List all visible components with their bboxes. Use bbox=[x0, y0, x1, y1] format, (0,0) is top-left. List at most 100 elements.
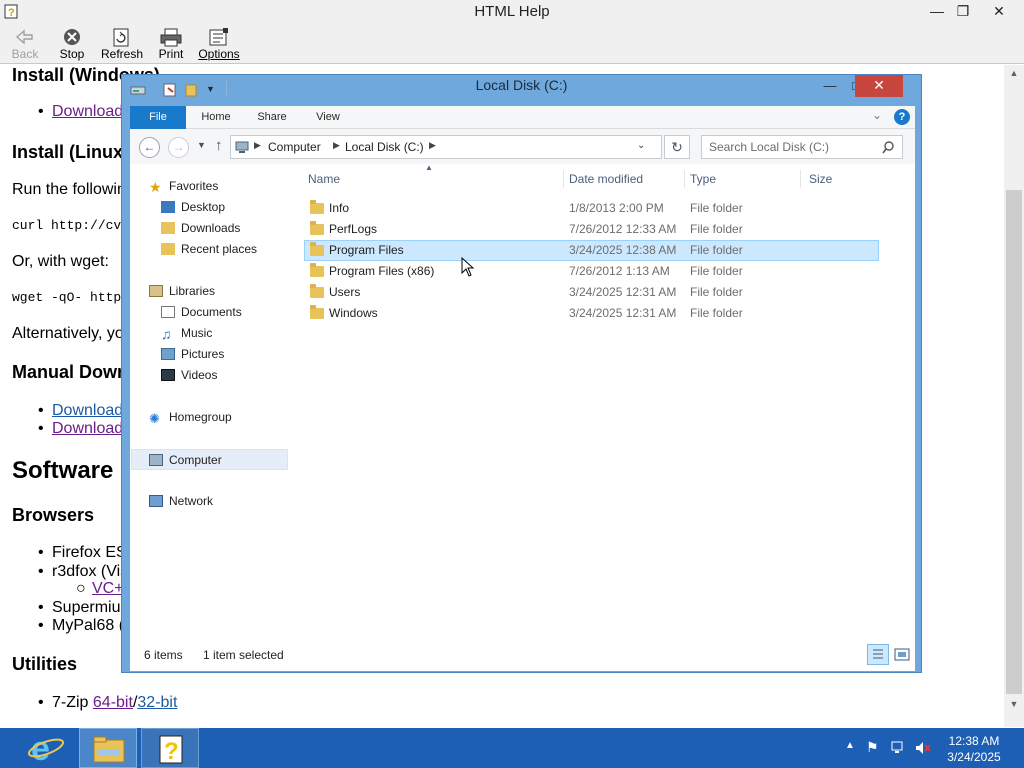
action-center-flag-icon[interactable]: ⚑ bbox=[866, 739, 879, 756]
breadcrumb-local-disk[interactable]: Local Disk (C:) bbox=[345, 140, 424, 154]
help-icon[interactable]: ? bbox=[894, 109, 910, 125]
table-row[interactable]: Users 3/24/2025 12:31 AM File folder bbox=[304, 282, 879, 303]
stop-button[interactable]: Stop bbox=[46, 26, 98, 62]
file-name: Users bbox=[329, 285, 361, 299]
tab-view[interactable]: View bbox=[302, 106, 354, 129]
column-separator[interactable] bbox=[800, 170, 801, 188]
print-button[interactable]: Print bbox=[145, 26, 197, 62]
breadcrumb-computer[interactable]: Computer bbox=[268, 140, 321, 154]
nav-item-videos[interactable]: Videos bbox=[161, 365, 217, 386]
download-link[interactable]: Download bbox=[52, 103, 123, 120]
nav-label: Downloads bbox=[181, 221, 241, 235]
zip-32-link[interactable]: 32-bit bbox=[137, 694, 177, 711]
details-view-icon[interactable] bbox=[867, 644, 889, 665]
search-box[interactable]: Search Local Disk (C:) bbox=[701, 135, 903, 159]
file-type: File folder bbox=[690, 306, 743, 320]
breadcrumb-separator-icon: ▶ bbox=[429, 140, 436, 150]
heading-browsers: Browsers bbox=[12, 505, 95, 525]
zip-64-link[interactable]: 64-bit bbox=[93, 694, 133, 711]
heading-install-linux: Install (Linux bbox=[12, 142, 124, 162]
search-input[interactable]: Search Local Disk (C:) bbox=[709, 140, 829, 154]
column-header-date[interactable]: Date modified bbox=[569, 168, 684, 190]
recent-locations-chevron-icon[interactable]: ▼ bbox=[197, 140, 206, 150]
address-dropdown-icon[interactable]: ⌄ bbox=[637, 140, 645, 151]
downloads-icon bbox=[161, 222, 175, 234]
file-list: ▲ Name Date modified Type Size Info 1/8/… bbox=[298, 163, 915, 636]
refresh-icon bbox=[113, 28, 129, 47]
restore-button[interactable]: ❐ bbox=[946, 0, 980, 22]
close-button[interactable]: ✕ bbox=[982, 0, 1016, 22]
heading-utilities: Utilities bbox=[12, 654, 78, 674]
code-wget: wget -qO- http bbox=[12, 290, 122, 305]
address-bar[interactable]: ▶ Computer ▶ Local Disk (C:) ▶ ⌄ bbox=[230, 135, 662, 159]
column-separator[interactable] bbox=[684, 170, 685, 188]
file-date: 1/8/2013 2:00 PM bbox=[569, 201, 664, 215]
nav-item-favorites[interactable]: ★ Favorites bbox=[149, 176, 218, 197]
clock[interactable]: 12:38 AM 3/24/2025 bbox=[940, 733, 1008, 765]
up-arrow-icon[interactable]: ↑ bbox=[215, 137, 223, 154]
back-arrow-icon[interactable]: ← bbox=[139, 137, 160, 158]
table-row[interactable]: PerfLogs 7/26/2012 12:33 AM File folder bbox=[304, 219, 879, 240]
scroll-down-arrow-icon[interactable]: ▼ bbox=[1004, 696, 1024, 712]
tray-overflow-chevron-icon[interactable]: ▲ bbox=[845, 740, 855, 751]
videos-icon bbox=[161, 369, 175, 381]
nav-item-music[interactable]: ♫ Music bbox=[161, 323, 212, 344]
back-button[interactable]: Back bbox=[0, 26, 51, 62]
nav-item-desktop[interactable]: Desktop bbox=[161, 197, 225, 218]
list-item: Firefox ES bbox=[38, 544, 127, 562]
download-link[interactable]: Download bbox=[52, 420, 123, 437]
internet-explorer-icon[interactable]: e bbox=[16, 728, 74, 768]
tab-share[interactable]: Share bbox=[246, 106, 298, 129]
file-explorer-icon bbox=[93, 736, 125, 763]
list-item: Download bbox=[38, 402, 123, 420]
explorer-title: Local Disk (C:) bbox=[475, 77, 568, 93]
explorer-close-button[interactable]: ✕ bbox=[855, 75, 903, 97]
nav-item-documents[interactable]: Documents bbox=[161, 302, 242, 323]
tab-home[interactable]: Home bbox=[190, 106, 242, 129]
download-link[interactable]: Download bbox=[52, 402, 123, 419]
svg-text:e: e bbox=[31, 730, 50, 768]
nav-item-recent-places[interactable]: Recent places bbox=[161, 239, 257, 260]
column-separator[interactable] bbox=[563, 170, 564, 188]
nav-item-homegroup[interactable]: ✺ Homegroup bbox=[149, 407, 232, 428]
table-row[interactable]: Program Files (x86) 7/26/2012 1:13 AM Fi… bbox=[304, 261, 879, 282]
scroll-up-arrow-icon[interactable]: ▲ bbox=[1004, 65, 1024, 81]
column-header-name[interactable]: Name bbox=[308, 168, 563, 190]
file-name: PerfLogs bbox=[329, 222, 378, 236]
nav-label: Videos bbox=[181, 368, 218, 382]
large-icons-view-icon[interactable] bbox=[892, 644, 912, 665]
file-type: File folder bbox=[690, 264, 743, 278]
tab-file[interactable]: File bbox=[130, 106, 186, 129]
column-header-type[interactable]: Type bbox=[690, 168, 800, 190]
network-tray-icon[interactable] bbox=[890, 740, 906, 756]
column-header-size[interactable]: Size bbox=[809, 168, 879, 190]
explorer-minimize-button[interactable]: — bbox=[817, 75, 843, 97]
scroll-thumb[interactable] bbox=[1006, 190, 1022, 694]
options-button[interactable]: Options bbox=[193, 26, 245, 62]
table-row[interactable]: Info 1/8/2013 2:00 PM File folder bbox=[304, 198, 879, 219]
nav-label: Music bbox=[181, 326, 213, 340]
file-explorer-taskbar-button[interactable] bbox=[79, 728, 137, 768]
nav-item-computer[interactable]: Computer bbox=[131, 449, 288, 470]
music-icon: ♫ bbox=[161, 326, 172, 342]
html-help-taskbar-button[interactable]: ? bbox=[141, 728, 199, 768]
table-row[interactable]: Windows 3/24/2025 12:31 AM File folder bbox=[304, 303, 879, 324]
list-item: Download bbox=[38, 420, 123, 438]
volume-muted-icon[interactable] bbox=[914, 740, 932, 756]
network-icon bbox=[149, 495, 163, 507]
explorer-workarea: ★ Favorites Desktop Downloads Recent plac… bbox=[130, 163, 915, 671]
vc-link[interactable]: VC+ bbox=[92, 580, 124, 597]
nav-item-libraries[interactable]: Libraries bbox=[149, 281, 215, 302]
list-item: 7-Zip 64-bit/32-bit bbox=[38, 694, 177, 712]
documents-icon bbox=[161, 306, 175, 318]
mouse-cursor-icon bbox=[461, 257, 475, 277]
ribbon-expand-chevron-icon[interactable]: ⌄ bbox=[872, 108, 882, 122]
forward-arrow-icon[interactable]: → bbox=[168, 137, 189, 158]
selection-count: 1 item selected bbox=[203, 648, 284, 662]
nav-item-network[interactable]: Network bbox=[149, 491, 213, 512]
refresh-button[interactable]: Refresh bbox=[96, 26, 148, 62]
nav-item-downloads[interactable]: Downloads bbox=[161, 218, 240, 239]
nav-item-pictures[interactable]: Pictures bbox=[161, 344, 224, 365]
table-row-selected[interactable]: Program Files 3/24/2025 12:38 AM File fo… bbox=[304, 240, 879, 261]
refresh-icon[interactable]: ↻ bbox=[664, 135, 690, 159]
